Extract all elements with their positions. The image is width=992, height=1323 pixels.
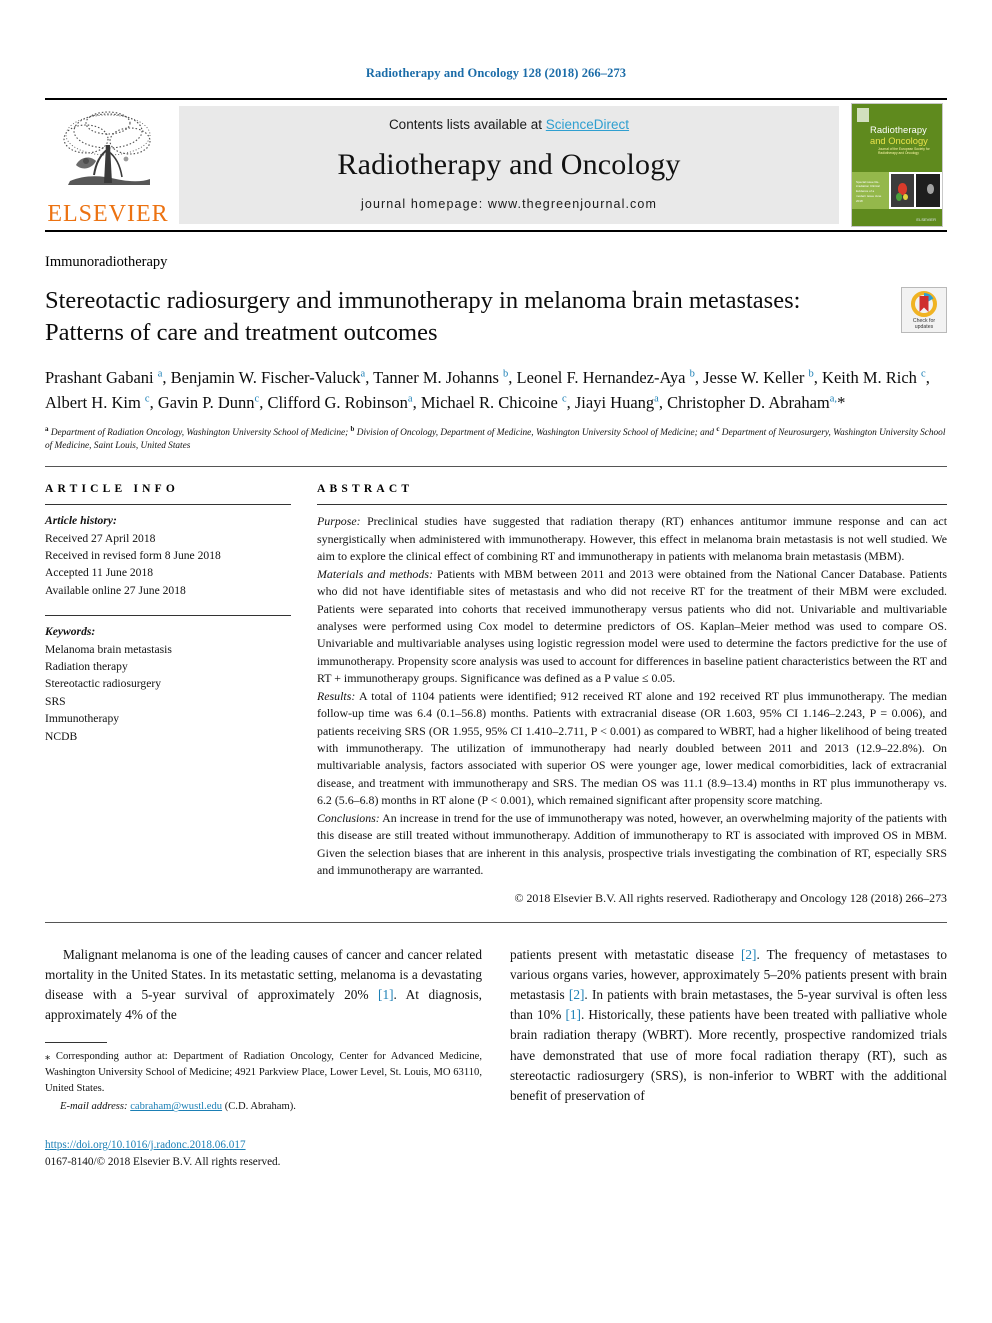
elsevier-wordmark: ELSEVIER	[47, 201, 169, 227]
abstract-paragraph-results: Results: A total of 1104 patients were i…	[317, 688, 947, 810]
doi-link[interactable]: https://doi.org/10.1016/j.radonc.2018.06…	[45, 1139, 246, 1151]
journal-homepage-line[interactable]: journal homepage: www.thegreenjournal.co…	[361, 197, 657, 211]
info-abstract-section: ARTICLE INFO Article history: Received 2…	[45, 483, 947, 905]
section-kicker: Immunoradiotherapy	[45, 254, 168, 270]
running-head: Radiotherapy and Oncology 128 (2018) 266…	[365, 66, 627, 80]
journal-cover-cell: Radiotherapy and Oncology Journal of the…	[847, 100, 947, 230]
article-page: Radiotherapy and Oncology 128 (2018) 266…	[0, 0, 992, 1323]
body-columns: Malignant melanoma is one of the leading…	[45, 945, 947, 1171]
cover-subtitle: Journal of the European Society for Radi…	[878, 147, 930, 156]
abstract-label-conclusions: Conclusions:	[317, 810, 380, 825]
keywords-label: Keywords:	[45, 625, 96, 639]
abstract-text-results: A total of 1104 patients were identified…	[317, 688, 947, 808]
page-title: Stereotactic radiosurgery and immunother…	[45, 287, 801, 346]
cover-image-strip	[888, 172, 942, 209]
keyword-item: Immunotherapy	[45, 712, 120, 726]
contents-available-line: Contents lists available at ScienceDirec…	[389, 117, 629, 132]
abstract-column: ABSTRACT Purpose: Preclinical studies ha…	[317, 483, 947, 905]
crossmark-label-line2: updates	[914, 324, 934, 331]
body-paragraph-right: patients present with metastatic disease…	[510, 946, 947, 1103]
cover-publisher-mark: ELSEVIER	[916, 217, 936, 222]
cover-title-line1: Radiotherapy	[870, 124, 927, 135]
footnote-divider	[45, 1042, 107, 1044]
sciencedirect-panel: Contents lists available at ScienceDirec…	[179, 106, 839, 224]
doi-block: https://doi.org/10.1016/j.radonc.2018.06…	[45, 1137, 482, 1171]
email-suffix: (C.D. Abraham).	[222, 1101, 296, 1113]
title-row: Stereotactic radiosurgery and immunother…	[45, 285, 947, 349]
sciencedirect-link[interactable]: ScienceDirect	[546, 117, 629, 132]
header-divider	[45, 466, 947, 468]
abstract-label-purpose: Purpose:	[317, 514, 361, 529]
body-column-left: Malignant melanoma is one of the leading…	[45, 945, 482, 1171]
body-paragraph-left: Malignant melanoma is one of the leading…	[45, 946, 483, 1023]
journal-cover-thumbnail: Radiotherapy and Oncology Journal of the…	[851, 103, 943, 227]
abstract-text-methods: Patients with MBM between 2011 and 2013 …	[317, 566, 947, 686]
elsevier-logo: ELSEVIER	[45, 100, 171, 230]
journal-masthead: ELSEVIER Contents lists available at Sci…	[45, 98, 947, 232]
abstract-paragraph-conclusions: Conclusions: An increase in trend for th…	[317, 810, 947, 880]
crossmark-label-line1: Check for	[912, 318, 936, 324]
email-link[interactable]: cabraham@wustl.edu	[130, 1101, 222, 1112]
abstract-text-purpose: Preclinical studies have suggested that …	[317, 514, 947, 564]
contents-prefix: Contents lists available at	[388, 117, 546, 132]
article-info-heading: ARTICLE INFO	[45, 483, 180, 496]
crossmark-badge[interactable]: Check for updates	[901, 287, 947, 333]
abstract-paragraph-methods: Materials and methods: Patients with MBM…	[317, 566, 947, 688]
abstract-divider	[45, 921, 947, 923]
article-info-column: ARTICLE INFO Article history: Received 2…	[45, 483, 317, 905]
abstract-label-results: Results:	[317, 688, 356, 703]
affiliations: a Department of Radiation Oncology, Wash…	[45, 424, 946, 452]
abstract-copyright: © 2018 Elsevier B.V. All rights reserved…	[514, 890, 947, 905]
corresponding-author-note: ⁎ Corresponding author at: Department of…	[45, 1051, 482, 1094]
cover-sidebar-text: Special issue Re-irradiation Clinical Ev…	[856, 179, 882, 203]
issn-copyright-line: 0167-8140/© 2018 Elsevier B.V. All right…	[45, 1155, 281, 1168]
abstract-text-conclusions: An increase in trend for the use of immu…	[317, 810, 947, 878]
keyword-item: SRS	[45, 694, 66, 708]
cover-title-line2: and Oncology	[870, 135, 928, 146]
abstract-paragraph-purpose: Purpose: Preclinical studies have sugges…	[317, 513, 947, 565]
body-column-right: patients present with metastatic disease…	[510, 945, 947, 1171]
keyword-item: NCDB	[45, 729, 78, 743]
history-item: Received 27 April 2018	[45, 531, 156, 545]
history-item: Received in revised form 8 June 2018	[45, 549, 221, 563]
author-list: Prashant Gabani a, Benjamin W. Fischer-V…	[45, 367, 930, 412]
keyword-item: Stereotactic radiosurgery	[45, 677, 161, 691]
email-label: E-mail address:	[60, 1101, 128, 1113]
history-item: Available online 27 June 2018	[45, 583, 186, 597]
abstract-body: Purpose: Preclinical studies have sugges…	[317, 513, 947, 879]
elsevier-tree-icon	[63, 111, 151, 185]
crossmark-icon	[911, 291, 937, 317]
keyword-item: Radiation therapy	[45, 660, 128, 674]
history-item: Accepted 11 June 2018	[45, 566, 154, 580]
keywords-block: Keywords: Melanoma brain metastasis Radi…	[45, 623, 291, 745]
abstract-heading: ABSTRACT	[317, 483, 414, 496]
keyword-item: Melanoma brain metastasis	[45, 642, 172, 656]
abstract-label-methods: Materials and methods:	[317, 566, 433, 581]
email-note: E-mail address: cabraham@wustl.edu (C.D.…	[45, 1099, 482, 1115]
article-history-label: Article history:	[45, 514, 117, 528]
journal-title: Radiotherapy and Oncology	[337, 147, 681, 181]
article-history-block: Article history: Received 27 April 2018 …	[45, 512, 291, 599]
